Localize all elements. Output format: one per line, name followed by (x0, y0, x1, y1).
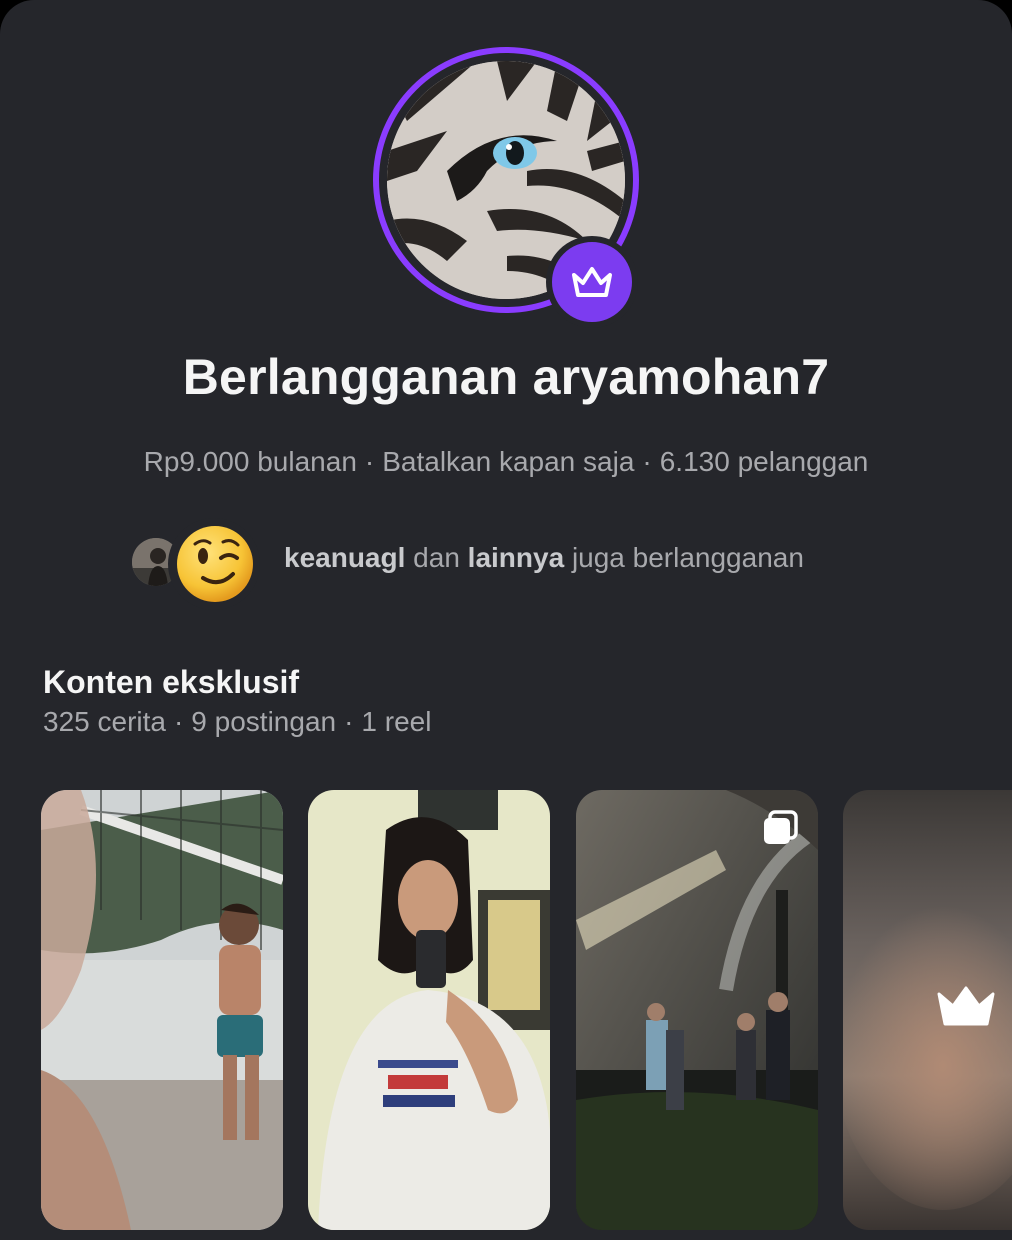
crown-icon (937, 986, 995, 1026)
carousel-icon (764, 810, 798, 844)
mutual-others-link[interactable]: lainnya (468, 542, 564, 573)
separator: · (642, 446, 652, 477)
subscription-sheet: Berlangganan aryamohan7 Rp9.000 bulanan ·… (0, 0, 1012, 1240)
cancel-text: Batalkan kapan saja (382, 446, 635, 477)
price-text: Rp9.000 bulanan (143, 446, 357, 477)
mutual-subscribers-text: keanuagl dan lainnya juga berlangganan (284, 542, 804, 573)
subscription-meta: Rp9.000 bulanan · Batalkan kapan saja · 6.13… (0, 446, 1012, 478)
mutual-subscribers[interactable]: keanuagl dan lainnya juga berlangganan (128, 518, 948, 610)
page-title: Berlangganan aryamohan7 (182, 349, 830, 405)
crown-badge (546, 236, 638, 328)
content-counts: 325 cerita · 9 postingan · 1 reel (43, 706, 432, 737)
separator: · (364, 446, 375, 477)
section-heading: Konten eksklusif (43, 664, 300, 700)
crown-icon (572, 267, 612, 297)
exclusive-content-card[interactable] (41, 790, 283, 1230)
locked-content-card[interactable] (843, 790, 1012, 1230)
winking-emoji-icon (168, 518, 260, 610)
subscriber-count: 6.130 pelanggan (659, 446, 869, 477)
exclusive-content-card[interactable] (308, 790, 550, 1230)
mutual-user-name[interactable]: keanuagl (284, 542, 405, 573)
exclusive-content-card[interactable] (576, 790, 818, 1230)
